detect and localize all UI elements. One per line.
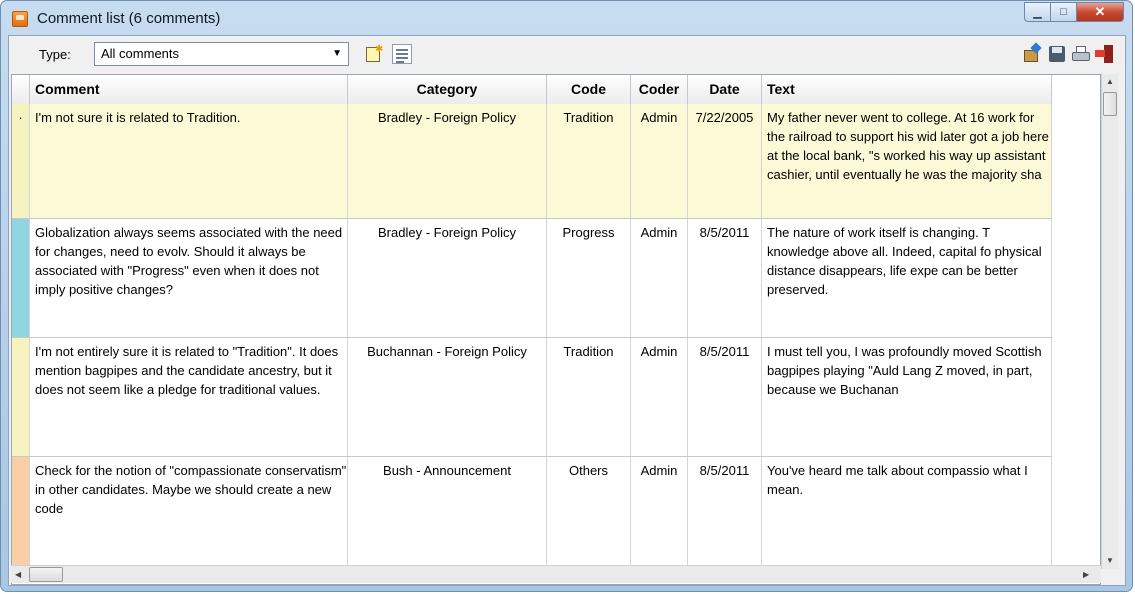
row-color-marker <box>12 338 30 456</box>
header-marker-column <box>12 75 30 104</box>
table-row[interactable]: Check for the notion of "compassionate c… <box>12 457 1052 576</box>
comment-table: Comment Category Code Coder Date Text · … <box>11 74 1101 585</box>
comment-cell[interactable]: I'm not sure it is related to Tradition. <box>30 104 348 218</box>
close-icon: ✕ <box>1094 4 1106 19</box>
export-icon[interactable] <box>1023 42 1043 64</box>
text-cell[interactable]: My father never went to college. At 16 w… <box>762 104 1052 218</box>
header-comment[interactable]: Comment <box>30 75 348 104</box>
minimize-button[interactable]: ▁ <box>1024 2 1051 22</box>
table-row[interactable]: I'm not entirely sure it is related to "… <box>12 338 1052 457</box>
header-code[interactable]: Code <box>547 75 631 104</box>
type-label: Type: <box>39 47 71 62</box>
header-coder[interactable]: Coder <box>631 75 688 104</box>
horizontal-scrollbar[interactable]: ◀ ▶ <box>11 565 1101 583</box>
header-date[interactable]: Date <box>688 75 762 104</box>
list-view-icon[interactable] <box>392 44 412 64</box>
date-cell[interactable]: 8/5/2011 <box>688 457 762 576</box>
new-comment-icon[interactable]: ✱ <box>364 44 384 64</box>
vertical-scrollbar[interactable]: ▲ ▼ <box>1101 74 1118 569</box>
print-icon[interactable] <box>1071 44 1091 64</box>
code-cell[interactable]: Progress <box>547 219 631 337</box>
comment-list-window: Comment list (6 comments) ▁ □ ✕ Type: Al… <box>0 0 1133 592</box>
scroll-left-icon[interactable]: ◀ <box>15 570 21 579</box>
window-controls: ▁ □ ✕ <box>1024 2 1124 22</box>
exit-icon[interactable] <box>1095 44 1115 64</box>
close-button[interactable]: ✕ <box>1077 2 1124 22</box>
category-cell[interactable]: Buchannan - Foreign Policy <box>348 338 547 456</box>
window-title: Comment list (6 comments) <box>37 10 221 27</box>
text-cell[interactable]: You've heard me talk about compassio wha… <box>762 457 1052 576</box>
comment-cell[interactable]: Globalization always seems associated wi… <box>30 219 348 337</box>
date-cell[interactable]: 8/5/2011 <box>688 219 762 337</box>
comment-cell[interactable]: I'm not entirely sure it is related to "… <box>30 338 348 456</box>
row-color-marker <box>12 457 30 576</box>
save-icon[interactable] <box>1047 44 1067 64</box>
toolbar: Type: All comments ▼ ✱ <box>9 36 1125 74</box>
header-category[interactable]: Category <box>348 75 547 104</box>
app-icon <box>12 11 28 27</box>
type-dropdown-value: All comments <box>101 46 180 61</box>
code-cell[interactable]: Tradition <box>547 104 631 218</box>
category-cell[interactable]: Bush - Announcement <box>348 457 547 576</box>
text-cell[interactable]: The nature of work itself is changing. T… <box>762 219 1052 337</box>
code-cell[interactable]: Others <box>547 457 631 576</box>
minimize-icon: ▁ <box>1033 6 1042 19</box>
scroll-down-icon[interactable]: ▼ <box>1106 556 1114 565</box>
date-cell[interactable]: 8/5/2011 <box>688 338 762 456</box>
category-cell[interactable]: Bradley - Foreign Policy <box>348 104 547 218</box>
scroll-right-icon[interactable]: ▶ <box>1083 570 1089 579</box>
coder-cell[interactable]: Admin <box>631 219 688 337</box>
date-cell[interactable]: 7/22/2005 <box>688 104 762 218</box>
maximize-icon: □ <box>1060 6 1067 18</box>
coder-cell[interactable]: Admin <box>631 104 688 218</box>
horizontal-scroll-thumb[interactable] <box>29 567 63 582</box>
chevron-down-icon: ▼ <box>332 48 342 59</box>
vertical-scroll-thumb[interactable] <box>1103 92 1117 116</box>
maximize-button[interactable]: □ <box>1051 2 1077 22</box>
title-bar[interactable]: Comment list (6 comments) ▁ □ ✕ <box>1 1 1132 35</box>
text-cell[interactable]: I must tell you, I was profoundly moved … <box>762 338 1052 456</box>
table-row[interactable]: Globalization always seems associated wi… <box>12 219 1052 338</box>
type-dropdown[interactable]: All comments ▼ <box>94 42 349 66</box>
coder-cell[interactable]: Admin <box>631 338 688 456</box>
scroll-up-icon[interactable]: ▲ <box>1106 77 1114 86</box>
coder-cell[interactable]: Admin <box>631 457 688 576</box>
table-row[interactable]: · I'm not sure it is related to Traditio… <box>12 104 1052 219</box>
row-color-marker <box>12 219 30 337</box>
comment-cell[interactable]: Check for the notion of "compassionate c… <box>30 457 348 576</box>
client-area: Type: All comments ▼ ✱ Comment Category … <box>8 35 1126 586</box>
row-color-marker: · <box>12 104 30 218</box>
table-header: Comment Category Code Coder Date Text <box>12 75 1052 105</box>
code-cell[interactable]: Tradition <box>547 338 631 456</box>
category-cell[interactable]: Bradley - Foreign Policy <box>348 219 547 337</box>
header-text[interactable]: Text <box>762 75 1052 104</box>
